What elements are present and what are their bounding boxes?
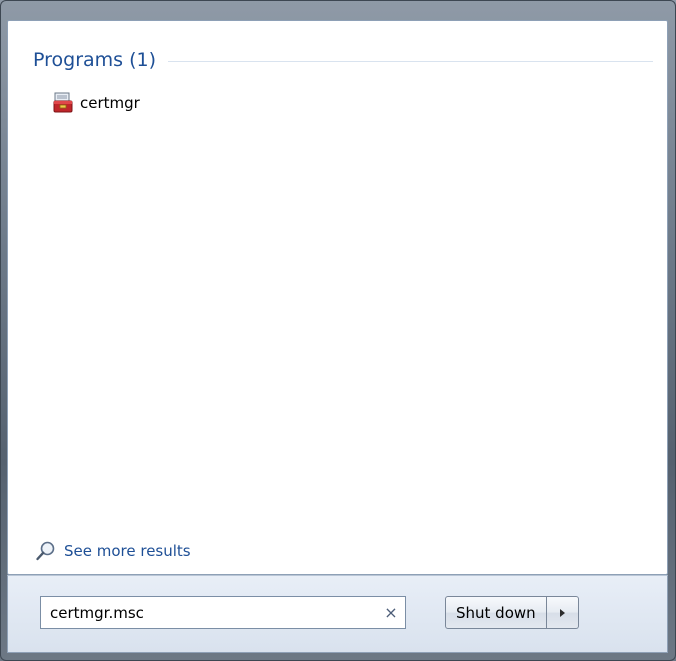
group-divider	[168, 60, 653, 62]
programs-group-title: Programs (1)	[33, 49, 157, 71]
clear-search-icon[interactable]: ×	[377, 597, 405, 628]
search-icon	[35, 540, 57, 562]
chevron-right-icon	[559, 608, 565, 617]
power-button-group: Shut down	[445, 596, 579, 629]
start-menu-bottom-bar: × Shut down	[7, 575, 668, 653]
search-box: ×	[40, 596, 406, 629]
program-item-label: certmgr	[80, 94, 140, 112]
see-more-results-link[interactable]: See more results	[35, 539, 191, 563]
search-results-pane: Programs (1) certmgr See more results	[7, 20, 668, 575]
shutdown-options-button[interactable]	[546, 596, 579, 629]
program-item-certmgr[interactable]: certmgr	[48, 91, 146, 115]
programs-group-header: Programs (1)	[33, 48, 653, 72]
certmgr-toolbox-icon	[52, 92, 74, 114]
search-input[interactable]	[41, 597, 377, 628]
shutdown-button[interactable]: Shut down	[445, 596, 547, 629]
see-more-results-label: See more results	[64, 542, 191, 560]
